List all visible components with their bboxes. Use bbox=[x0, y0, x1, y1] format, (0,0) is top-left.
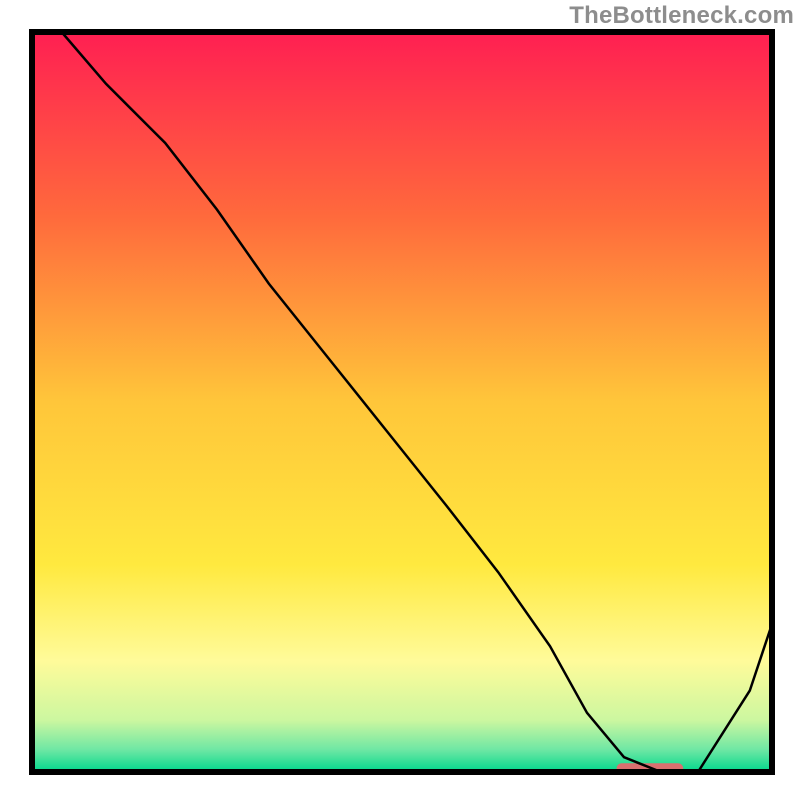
chart-container: TheBottleneck.com bbox=[0, 0, 800, 800]
chart-svg bbox=[0, 0, 800, 800]
watermark-label: TheBottleneck.com bbox=[569, 2, 794, 30]
gradient-background bbox=[32, 32, 772, 772]
plot-area bbox=[32, 32, 772, 774]
